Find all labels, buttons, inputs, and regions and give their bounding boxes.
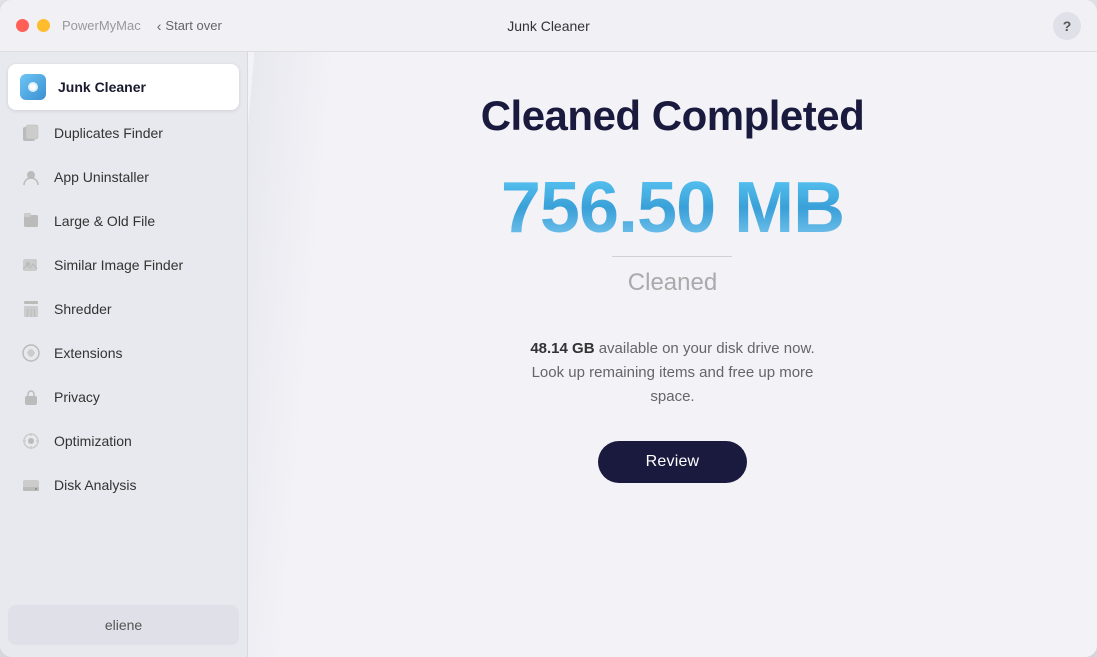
app-name: PowerMyMac [62, 18, 141, 33]
shredder-icon [20, 298, 42, 320]
app-window: PowerMyMac ‹ Start over Junk Cleaner ? [0, 0, 1097, 657]
sidebar-item-label: Junk Cleaner [58, 79, 146, 95]
amount-label: Cleaned [628, 269, 717, 297]
junk-cleaner-icon [20, 74, 46, 100]
amount-value: 756.50 MB [501, 172, 844, 244]
sidebar-item-junk-cleaner[interactable]: Junk Cleaner [8, 64, 239, 110]
sidebar-item-label: Optimization [54, 433, 132, 449]
cleaned-title: Cleaned Completed [481, 92, 865, 140]
sidebar-item-similar-image-finder[interactable]: Similar Image Finder [8, 244, 239, 286]
sidebar-item-label: Privacy [54, 389, 100, 405]
main-area: Junk Cleaner Duplicates Finder [0, 52, 1097, 657]
app-uninstaller-icon [20, 166, 42, 188]
duplicates-finder-icon [20, 122, 42, 144]
traffic-lights [16, 19, 50, 32]
sidebar-item-shredder[interactable]: Shredder [8, 288, 239, 330]
similar-image-finder-icon [20, 254, 42, 276]
sidebar-item-label: Duplicates Finder [54, 125, 163, 141]
sidebar-item-label: Extensions [54, 345, 122, 361]
disk-analysis-icon [20, 474, 42, 496]
sidebar-item-large-old-file[interactable]: Large & Old File [8, 200, 239, 242]
sidebar-item-disk-analysis[interactable]: Disk Analysis [8, 464, 239, 506]
disk-info: 48.14 GB available on your disk drive no… [513, 337, 833, 409]
sidebar-item-label: Shredder [54, 301, 112, 317]
sidebar-item-extensions[interactable]: Extensions [8, 332, 239, 374]
sidebar-item-duplicates-finder[interactable]: Duplicates Finder [8, 112, 239, 154]
main-content: Cleaned Completed 756.50 MB Cleaned 48.1… [248, 52, 1097, 523]
sidebar-items: Junk Cleaner Duplicates Finder [8, 64, 239, 597]
sidebar-item-label: App Uninstaller [54, 169, 149, 185]
sidebar-item-label: Large & Old File [54, 213, 155, 229]
sidebar-item-label: Similar Image Finder [54, 257, 183, 273]
close-button[interactable] [16, 19, 29, 32]
sidebar-item-optimization[interactable]: Optimization [8, 420, 239, 462]
optimization-icon [20, 430, 42, 452]
user-label[interactable]: eliene [8, 605, 239, 645]
start-over-button[interactable]: ‹ Start over [157, 18, 222, 34]
back-arrow-icon: ‹ [157, 18, 162, 34]
sidebar-item-label: Disk Analysis [54, 477, 136, 493]
minimize-button[interactable] [37, 19, 50, 32]
help-button[interactable]: ? [1053, 12, 1081, 40]
titlebar-title: Junk Cleaner [507, 18, 590, 34]
titlebar: PowerMyMac ‹ Start over Junk Cleaner ? [0, 0, 1097, 52]
extensions-icon [20, 342, 42, 364]
review-button[interactable]: Review [598, 441, 748, 483]
disk-space-value: 48.14 GB [530, 340, 594, 357]
large-old-file-icon [20, 210, 42, 232]
privacy-icon [20, 386, 42, 408]
content-wrapper: Cleaned Completed 756.50 MB Cleaned 48.1… [248, 52, 1097, 657]
sidebar-item-app-uninstaller[interactable]: App Uninstaller [8, 156, 239, 198]
amount-divider [612, 256, 732, 257]
sidebar: Junk Cleaner Duplicates Finder [0, 52, 248, 657]
amount-container: 756.50 MB Cleaned [501, 172, 844, 297]
sidebar-item-privacy[interactable]: Privacy [8, 376, 239, 418]
